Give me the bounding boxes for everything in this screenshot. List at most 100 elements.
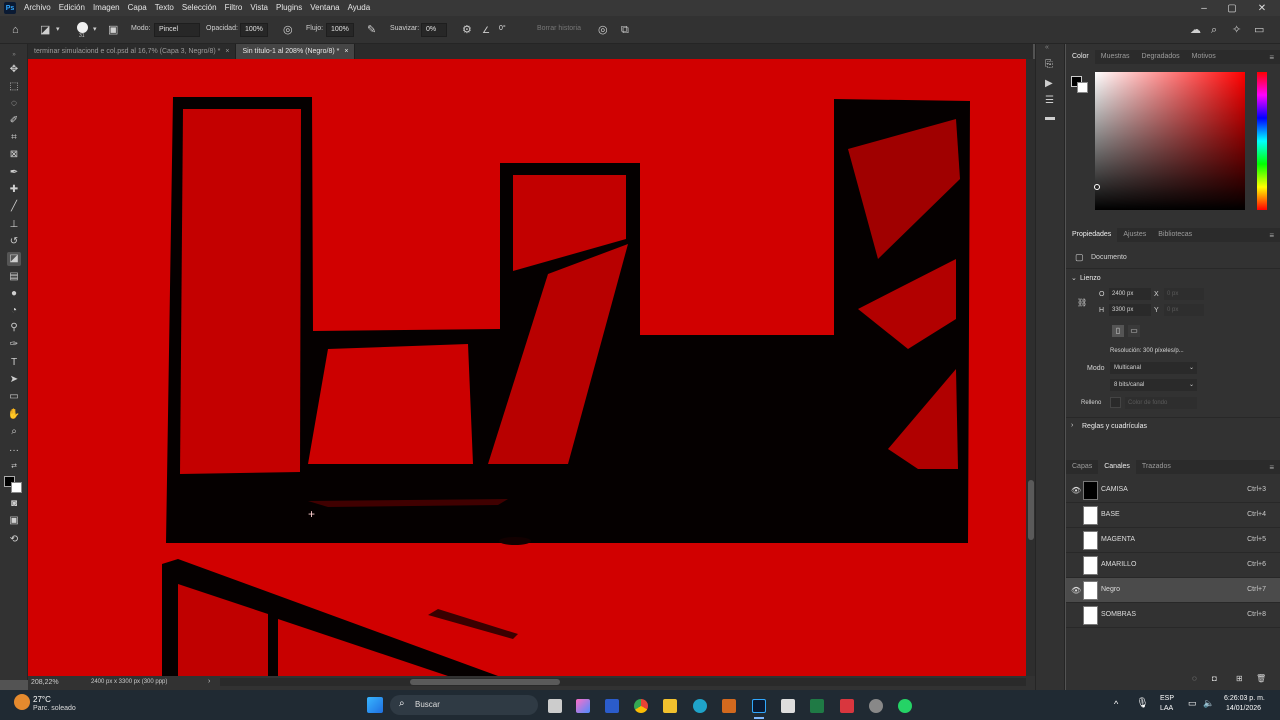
edge-icon[interactable]	[693, 699, 707, 713]
menu-ventana[interactable]: Ventana	[306, 0, 343, 16]
channel-row-sombras[interactable]: SOMBRAS Ctrl+8	[1066, 603, 1280, 628]
taskbar-search[interactable]: ⌕ Buscar	[390, 695, 538, 715]
menu-seleccion[interactable]: Selección	[178, 0, 221, 16]
new-channel-icon[interactable]: ⊞	[1236, 674, 1243, 683]
path-select-tool-icon[interactable]: ➤	[7, 373, 21, 387]
close-icon[interactable]: ×	[225, 48, 229, 55]
swap-colors-icon[interactable]: ⇄	[7, 460, 21, 474]
zoom-tool-icon[interactable]: ⌕	[7, 425, 21, 439]
panel-menu-icon[interactable]: ≡	[1269, 53, 1274, 62]
menu-capa[interactable]: Capa	[124, 0, 151, 16]
copilot-icon[interactable]	[576, 699, 590, 713]
color-picker-handle[interactable]	[1094, 184, 1100, 190]
tab-terminar-simulacion[interactable]: terminar simulaciond e col.psd al 16,7% …	[28, 44, 237, 59]
hue-slider[interactable]	[1257, 72, 1267, 210]
landscape-orientation-icon[interactable]: ▭	[1128, 325, 1140, 337]
horizontal-scrollbar[interactable]	[220, 678, 1026, 686]
load-selection-icon[interactable]: ◌	[1192, 674, 1197, 683]
tab-trazados[interactable]: Trazados	[1136, 460, 1177, 474]
visibility-eye-icon[interactable]: 👁	[1071, 586, 1081, 596]
tab-motivos[interactable]: Motivos	[1186, 50, 1222, 64]
move-tool-icon[interactable]: ✥	[7, 63, 21, 77]
channel-row-magenta[interactable]: MAGENTA Ctrl+5	[1066, 528, 1280, 553]
channel-row-base[interactable]: BASE Ctrl+4	[1066, 503, 1280, 528]
chevron-up-icon[interactable]: ^	[1114, 699, 1118, 709]
width-input[interactable]: 2400 px	[1109, 288, 1151, 300]
horizontal-scroll-thumb[interactable]	[410, 679, 560, 685]
menu-plugins[interactable]: Plugins	[272, 0, 306, 16]
mode-select[interactable]: Pincel	[154, 23, 200, 37]
history-brush-tool-icon[interactable]: ↺	[7, 235, 21, 249]
color-picker-field[interactable]	[1095, 72, 1245, 210]
chevron-right-icon[interactable]: ›	[1071, 422, 1073, 429]
visibility-toggle[interactable]	[1071, 561, 1081, 571]
vertical-scroll-thumb[interactable]	[1028, 480, 1034, 540]
rulers-section-title[interactable]: Reglas y cuadrículas	[1082, 423, 1147, 430]
close-icon[interactable]: ×	[344, 48, 348, 55]
background-color-swatch[interactable]	[11, 482, 22, 493]
status-menu-arrow[interactable]: ›	[208, 678, 210, 685]
calculator-icon[interactable]	[781, 699, 795, 713]
minimize-button[interactable]: –	[1190, 0, 1218, 16]
actions-panel-icon[interactable]: ▶	[1045, 78, 1053, 89]
clock-date[interactable]: 14/01/2026	[1226, 705, 1261, 712]
edit-toolbar-icon[interactable]: ⟲	[7, 533, 21, 547]
stamp-tool-icon[interactable]: ⊥	[7, 218, 21, 232]
language-label[interactable]: ESP	[1160, 695, 1174, 702]
blur-tool-icon[interactable]: ●	[7, 287, 21, 301]
settings-icon[interactable]	[869, 699, 883, 713]
collapse-icon[interactable]: «	[1045, 44, 1049, 51]
close-window-button[interactable]: ✕	[1248, 0, 1276, 16]
tab-ajustes[interactable]: Ajustes	[1117, 228, 1152, 242]
pressure-opacity-icon[interactable]: ◎	[283, 24, 293, 36]
panel-menu-icon[interactable]: ≡	[1269, 231, 1274, 240]
flow-input[interactable]: 100%	[326, 23, 354, 37]
y-input[interactable]: 0 px	[1164, 304, 1204, 316]
start-icon[interactable]	[367, 697, 383, 713]
whatsapp-icon[interactable]	[898, 699, 912, 713]
search-icon[interactable]: ⌕	[1211, 24, 1217, 36]
brush-settings-icon[interactable]: ▣	[108, 24, 118, 36]
chevron-down-icon[interactable]: ▾	[56, 24, 60, 36]
vertical-scrollbar[interactable]	[1026, 59, 1035, 676]
frame-tool-icon[interactable]: ⊠	[7, 148, 21, 162]
document-canvas[interactable]: +	[28, 59, 1026, 676]
tab-propiedades[interactable]: Propiedades	[1066, 228, 1118, 242]
screen-mode-icon[interactable]: ▣	[7, 514, 21, 528]
more-tools-icon[interactable]: ···	[7, 444, 21, 458]
app-icon[interactable]	[722, 699, 736, 713]
channel-row-negro[interactable]: 👁 Negro Ctrl+7	[1066, 578, 1280, 603]
menu-filtro[interactable]: Filtro	[221, 0, 247, 16]
task-view-icon[interactable]	[548, 699, 562, 713]
tab-bibliotecas[interactable]: Bibliotecas	[1152, 228, 1198, 242]
visibility-toggle[interactable]	[1071, 611, 1081, 621]
menu-ayuda[interactable]: Ayuda	[344, 0, 375, 16]
smooth-input[interactable]: 0%	[421, 23, 447, 37]
quick-mask-icon[interactable]: ◙	[7, 497, 21, 511]
menu-archivo[interactable]: Archivo	[20, 0, 55, 16]
eyedropper-tool-icon[interactable]: ✒	[7, 166, 21, 180]
collapse-icon[interactable]: »	[7, 48, 21, 62]
tab-muestras[interactable]: Muestras	[1095, 50, 1136, 64]
delete-channel-icon[interactable]: 🗑	[1256, 674, 1266, 683]
burn-tool-icon[interactable]: ⚲	[7, 321, 21, 335]
file-explorer-icon[interactable]	[663, 699, 677, 713]
visibility-toggle[interactable]	[1071, 536, 1081, 546]
color-bg-swatch[interactable]	[1077, 82, 1088, 93]
type-tool-icon[interactable]: T	[7, 356, 21, 370]
tab-color[interactable]: Color	[1066, 50, 1095, 64]
height-input[interactable]: 3300 px	[1109, 304, 1151, 316]
volume-icon[interactable]: 🔈	[1203, 698, 1214, 709]
mode-select[interactable]: Multicanal ⌄	[1110, 362, 1197, 374]
comments-panel-icon[interactable]: ▬	[1045, 112, 1055, 123]
tab-capas[interactable]: Capas	[1066, 460, 1098, 474]
network-icon[interactable]: ▭	[1188, 698, 1197, 709]
menu-texto[interactable]: Texto	[151, 0, 178, 16]
airbrush-icon[interactable]: ✎	[367, 24, 376, 36]
opacity-input[interactable]: 100%	[240, 23, 268, 37]
erase-history-toggle[interactable]: Borrar historia	[537, 25, 581, 32]
crop-tool-icon[interactable]: ⌗	[7, 131, 21, 145]
pen-tool-icon[interactable]: ✑	[7, 338, 21, 352]
menu-edicion[interactable]: Edición	[55, 0, 89, 16]
app-icon[interactable]	[840, 699, 854, 713]
